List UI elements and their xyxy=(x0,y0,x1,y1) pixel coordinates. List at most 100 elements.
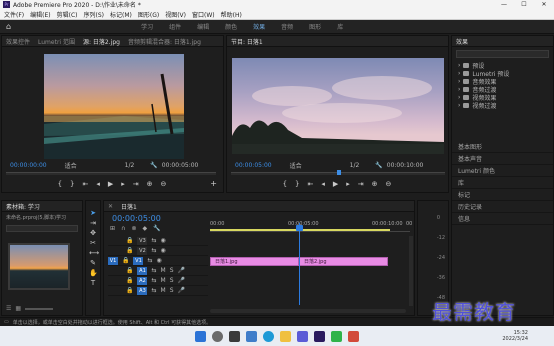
project-title[interactable]: 素材箱: 学习 xyxy=(6,202,40,211)
section-lumetri-color[interactable]: Lumetri 颜色 xyxy=(452,165,553,177)
go-to-out-icon[interactable]: ⇥ xyxy=(133,180,139,188)
add-marker-icon[interactable]: ◆ xyxy=(142,225,147,232)
effects-search-input[interactable] xyxy=(456,50,549,58)
wrench-icon[interactable]: 🔧 xyxy=(150,162,157,169)
track-area[interactable]: 日落1.jpg 日落2.jpg xyxy=(210,236,406,306)
audio-track-a2[interactable]: 🔒 A2 ⇆ M S 🎤 xyxy=(108,276,208,286)
lift-icon[interactable]: ⊕ xyxy=(372,180,378,188)
mic-icon[interactable]: 🎤 xyxy=(178,277,185,284)
hand-tool-icon[interactable]: ✋ xyxy=(89,269,98,277)
section-markers[interactable]: 标记 xyxy=(452,189,553,201)
lock-icon[interactable]: 🔒 xyxy=(126,287,133,294)
workspace-learning[interactable]: 学习 xyxy=(141,22,153,31)
insert-icon[interactable]: ⊕ xyxy=(147,180,153,188)
tab-audio-clip-mixer[interactable]: 音频剪辑混合器: 日落1.jpg xyxy=(128,37,201,46)
close-tab-icon[interactable]: ✕ xyxy=(108,203,113,210)
workspace-effects[interactable]: 效果 xyxy=(253,22,265,31)
tree-item-audio-transitions[interactable]: › 音频过渡 xyxy=(452,85,553,94)
type-tool-icon[interactable]: T xyxy=(89,279,97,287)
edge-icon[interactable] xyxy=(263,330,274,342)
go-to-in-icon[interactable]: ⇤ xyxy=(308,180,314,188)
tree-item-video-effects[interactable]: › 视频效果 xyxy=(452,93,553,102)
mark-out-icon[interactable]: } xyxy=(70,180,74,188)
play-icon[interactable]: ▶ xyxy=(108,180,113,188)
workspace-libraries[interactable]: 库 xyxy=(337,22,343,31)
lock-icon[interactable]: 🔒 xyxy=(126,247,133,254)
section-info[interactable]: 信息 xyxy=(452,213,553,225)
mark-out-icon[interactable]: } xyxy=(295,180,299,188)
workspace-editing[interactable]: 编辑 xyxy=(197,22,209,31)
menu-graphics[interactable]: 图形(G) xyxy=(138,10,159,19)
step-back-icon[interactable]: ◂ xyxy=(321,180,325,188)
task-view-icon[interactable] xyxy=(229,330,240,342)
wrench-icon[interactable]: 🔧 xyxy=(375,162,382,169)
mute-icon[interactable]: M xyxy=(161,287,166,294)
menu-window[interactable]: 窗口(W) xyxy=(192,10,215,19)
program-ratio-dropdown[interactable]: 1/2 xyxy=(350,162,360,169)
section-essential-sound[interactable]: 基本声音 xyxy=(452,153,553,165)
source-fit-dropdown[interactable]: 适合 xyxy=(65,161,77,170)
minimize-icon[interactable]: — xyxy=(494,1,514,8)
home-icon[interactable]: ⌂ xyxy=(6,22,11,31)
nest-icon[interactable]: ⊞ xyxy=(110,225,115,232)
slip-tool-icon[interactable]: ⟷ xyxy=(89,249,99,257)
solo-icon[interactable]: S xyxy=(170,287,174,294)
wechat-icon[interactable] xyxy=(331,330,342,342)
menu-file[interactable]: 文件(F) xyxy=(4,10,24,19)
widgets-icon[interactable] xyxy=(246,330,257,342)
source-timecode[interactable]: 00:00:00:00 xyxy=(10,162,47,169)
timeline-tab[interactable]: 日落1 xyxy=(121,202,137,211)
sync-icon[interactable]: ⇆ xyxy=(151,247,156,254)
app-icon[interactable] xyxy=(348,330,359,342)
tab-lumetri-scopes[interactable]: Lumetri 范围 xyxy=(38,37,75,46)
workspace-graphics[interactable]: 图形 xyxy=(309,22,321,31)
effects-title[interactable]: 效果 xyxy=(456,37,468,46)
eye-icon[interactable]: ◉ xyxy=(157,257,162,264)
selection-tool-icon[interactable]: ➤ xyxy=(89,209,97,217)
menu-clip[interactable]: 剪辑(C) xyxy=(57,10,78,19)
icon-view-icon[interactable]: ▦ xyxy=(15,305,21,312)
video-track-v2[interactable]: 🔒 V2 ⇆ ◉ xyxy=(108,246,208,256)
sync-icon[interactable]: ⇆ xyxy=(151,277,156,284)
zoom-slider[interactable] xyxy=(25,308,54,310)
tree-item-audio-effects[interactable]: › 音频效果 xyxy=(452,77,553,86)
menu-help[interactable]: 帮助(H) xyxy=(221,10,242,19)
timeline-h-scrollbar[interactable] xyxy=(210,309,406,313)
step-forward-icon[interactable]: ▸ xyxy=(346,180,350,188)
tab-source[interactable]: 源: 日落2.jpg xyxy=(83,37,120,46)
workspace-color[interactable]: 颜色 xyxy=(225,22,237,31)
razor-tool-icon[interactable]: ✂ xyxy=(89,239,97,247)
overwrite-icon[interactable]: ⊖ xyxy=(161,180,167,188)
linked-selection-icon[interactable]: ⊗ xyxy=(131,225,136,232)
premiere-icon[interactable] xyxy=(314,330,325,342)
program-fit-dropdown[interactable]: 适合 xyxy=(290,161,302,170)
section-libraries[interactable]: 库 xyxy=(452,177,553,189)
pen-tool-icon[interactable]: ✎ xyxy=(89,259,97,267)
video-track-v3[interactable]: 🔒 V3 ⇆ ◉ xyxy=(108,236,208,246)
maximize-icon[interactable]: ☐ xyxy=(514,1,534,8)
solo-icon[interactable]: S xyxy=(170,277,174,284)
mute-icon[interactable]: M xyxy=(161,267,166,274)
workspace-audio[interactable]: 音频 xyxy=(281,22,293,31)
project-thumbnail[interactable] xyxy=(8,243,70,290)
timeline-timecode[interactable]: 00:00:05:00 xyxy=(112,214,161,223)
snap-icon[interactable]: ∩ xyxy=(121,225,125,232)
timeline-scrollbar[interactable] xyxy=(409,236,413,306)
tab-effect-controls[interactable]: 效果控件 xyxy=(6,37,30,46)
solo-icon[interactable]: S xyxy=(170,267,174,274)
step-back-icon[interactable]: ◂ xyxy=(96,180,100,188)
sync-icon[interactable]: ⇆ xyxy=(147,257,152,264)
project-search-input[interactable] xyxy=(6,225,78,232)
extract-icon[interactable]: ⊖ xyxy=(386,180,392,188)
menu-edit[interactable]: 编辑(E) xyxy=(30,10,50,19)
file-explorer-icon[interactable] xyxy=(280,330,291,342)
ripple-edit-tool-icon[interactable]: ✥ xyxy=(89,229,97,237)
program-playhead-marker[interactable] xyxy=(337,170,341,175)
source-v1-patch[interactable]: V1 xyxy=(108,256,118,265)
mute-icon[interactable]: M xyxy=(161,277,166,284)
menu-sequence[interactable]: 序列(S) xyxy=(84,10,105,19)
lock-icon[interactable]: 🔒 xyxy=(126,267,133,274)
audio-track-a3[interactable]: 🔒 A3 ⇆ M S 🎤 xyxy=(108,286,208,296)
timeline-ruler[interactable]: 00:00 00:00:05:00 00:00:10:00 00 xyxy=(210,220,412,232)
eye-icon[interactable]: ◉ xyxy=(161,237,166,244)
